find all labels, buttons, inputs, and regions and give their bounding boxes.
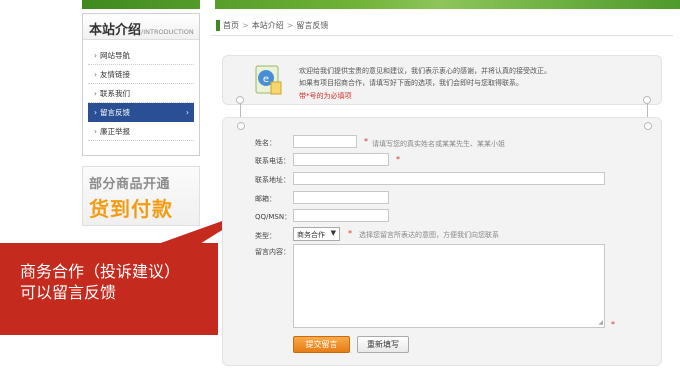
arrow-icon: › — [94, 51, 97, 60]
notice-required-note: 带*号的为必填项 — [299, 92, 352, 100]
sidebar-item-label: 联系我们 — [100, 89, 130, 98]
callout-line1: 商务合作（投诉建议） — [20, 262, 181, 281]
sidebar-item-friend-links[interactable]: › 友情链接 — [88, 65, 194, 84]
binder-ring — [644, 122, 652, 130]
address-input[interactable] — [293, 172, 605, 185]
required-mark: * — [348, 229, 352, 238]
arrow-icon: › — [94, 108, 97, 117]
callout-line2: 可以留言反馈 — [20, 283, 117, 302]
required-mark: * — [396, 155, 400, 164]
sidebar-item-label: 廉正举报 — [100, 127, 130, 136]
sidebar-title: 本站介绍/INTRODUCTION — [83, 14, 199, 40]
breadcrumb-section[interactable]: 本站介绍 — [252, 21, 284, 30]
feedback-icon: e — [255, 65, 282, 95]
dropdown-arrow-icon: ▼ — [330, 229, 336, 237]
message-label: 留言内容： — [255, 248, 290, 256]
phone-label: 联系电话： — [255, 157, 290, 165]
notice-line1: 欢迎给我们提供宝贵的意见和建议，我们表示衷心的感谢，并将认真的接受改正。 — [299, 67, 551, 75]
type-select-value: 商务合作 — [297, 231, 325, 239]
sidebar-item-contact[interactable]: › 联系我们 — [88, 84, 194, 103]
breadcrumb-marker — [216, 20, 220, 31]
message-textarea[interactable]: ◢ — [293, 244, 605, 328]
qq-msn-input[interactable] — [293, 209, 389, 222]
type-hint: 选择您留言所表达的意图，方便我们向您联系 — [359, 231, 499, 239]
email-label: 邮箱： — [255, 195, 276, 203]
qq-msn-label: QQ/MSN： — [255, 213, 292, 221]
promo-line1: 部分商品开通 — [89, 177, 171, 192]
breadcrumb-current: 留言反馈 — [296, 21, 329, 30]
breadcrumb-separator: > — [242, 21, 249, 30]
sidebar-item-label: 留言反馈 — [100, 108, 130, 117]
email-input[interactable] — [293, 191, 389, 204]
notice-line2: 如果有项目招商合作，请填写好下面的选项，我们会即时与您取得联系。 — [299, 79, 523, 87]
binder-ring — [237, 122, 245, 130]
annotation-callout: 商务合作（投诉建议） 可以留言反馈 — [0, 243, 218, 335]
required-mark: * — [611, 320, 615, 329]
sidebar-item-site-nav[interactable]: › 网站导航 — [88, 46, 194, 65]
name-label: 姓名： — [255, 139, 276, 147]
notice-panel: e 欢迎给我们提供宝贵的意见和建议，我们表示衷心的感谢，并将认真的接受改正。 如… — [222, 55, 662, 105]
sidebar-title-en: /INTRODUCTION — [141, 28, 194, 36]
phone-input[interactable] — [293, 153, 389, 166]
breadcrumb: 首页 > 本站介绍 > 留言反馈 — [211, 16, 673, 36]
arrow-icon: › — [94, 127, 97, 136]
arrow-icon: › — [94, 70, 97, 79]
sidebar-item-feedback[interactable]: › 留言反馈 › — [88, 103, 194, 122]
sidebar: 本站介绍/INTRODUCTION › 网站导航 › 友情链接 › 联系我们 › 留言反… — [82, 13, 200, 156]
feedback-form: 姓名： * 请填写您的真实姓名或某某先生、某某小姐 联系电话： * 联系地址： … — [222, 117, 662, 366]
binder-ring — [236, 96, 244, 104]
promo-line2: 货到付款 — [89, 197, 173, 221]
type-select[interactable]: 商务合作 ▼ — [293, 227, 340, 241]
name-hint: 请填写您的真实姓名或某某先生、某某小姐 — [372, 140, 505, 148]
arrow-icon: › — [94, 89, 97, 98]
cod-promo-banner[interactable]: 部分商品开通 货到付款 — [82, 166, 200, 226]
sidebar-item-integrity-report[interactable]: › 廉正举报 — [88, 122, 194, 141]
required-mark: * — [364, 137, 368, 146]
name-input[interactable] — [293, 135, 357, 148]
address-label: 联系地址： — [255, 176, 290, 184]
top-banner — [82, 0, 680, 9]
type-label: 类型： — [255, 232, 276, 240]
reset-button[interactable]: 重新填写 — [357, 336, 409, 353]
breadcrumb-home[interactable]: 首页 — [223, 21, 239, 30]
svg-text:e: e — [263, 74, 269, 85]
chevron-right-icon: › — [186, 108, 189, 117]
sidebar-list: › 网站导航 › 友情链接 › 联系我们 › 留言反馈 › › 廉正举报 — [83, 40, 199, 141]
resize-grip-icon[interactable]: ◢ — [598, 319, 603, 326]
sidebar-item-label: 网站导航 — [100, 51, 130, 60]
breadcrumb-separator: > — [286, 21, 294, 30]
sidebar-title-cn: 本站介绍 — [89, 23, 142, 38]
sidebar-item-label: 友情链接 — [100, 70, 130, 79]
submit-button[interactable]: 提交留言 — [293, 336, 350, 353]
binder-ring — [643, 96, 651, 104]
